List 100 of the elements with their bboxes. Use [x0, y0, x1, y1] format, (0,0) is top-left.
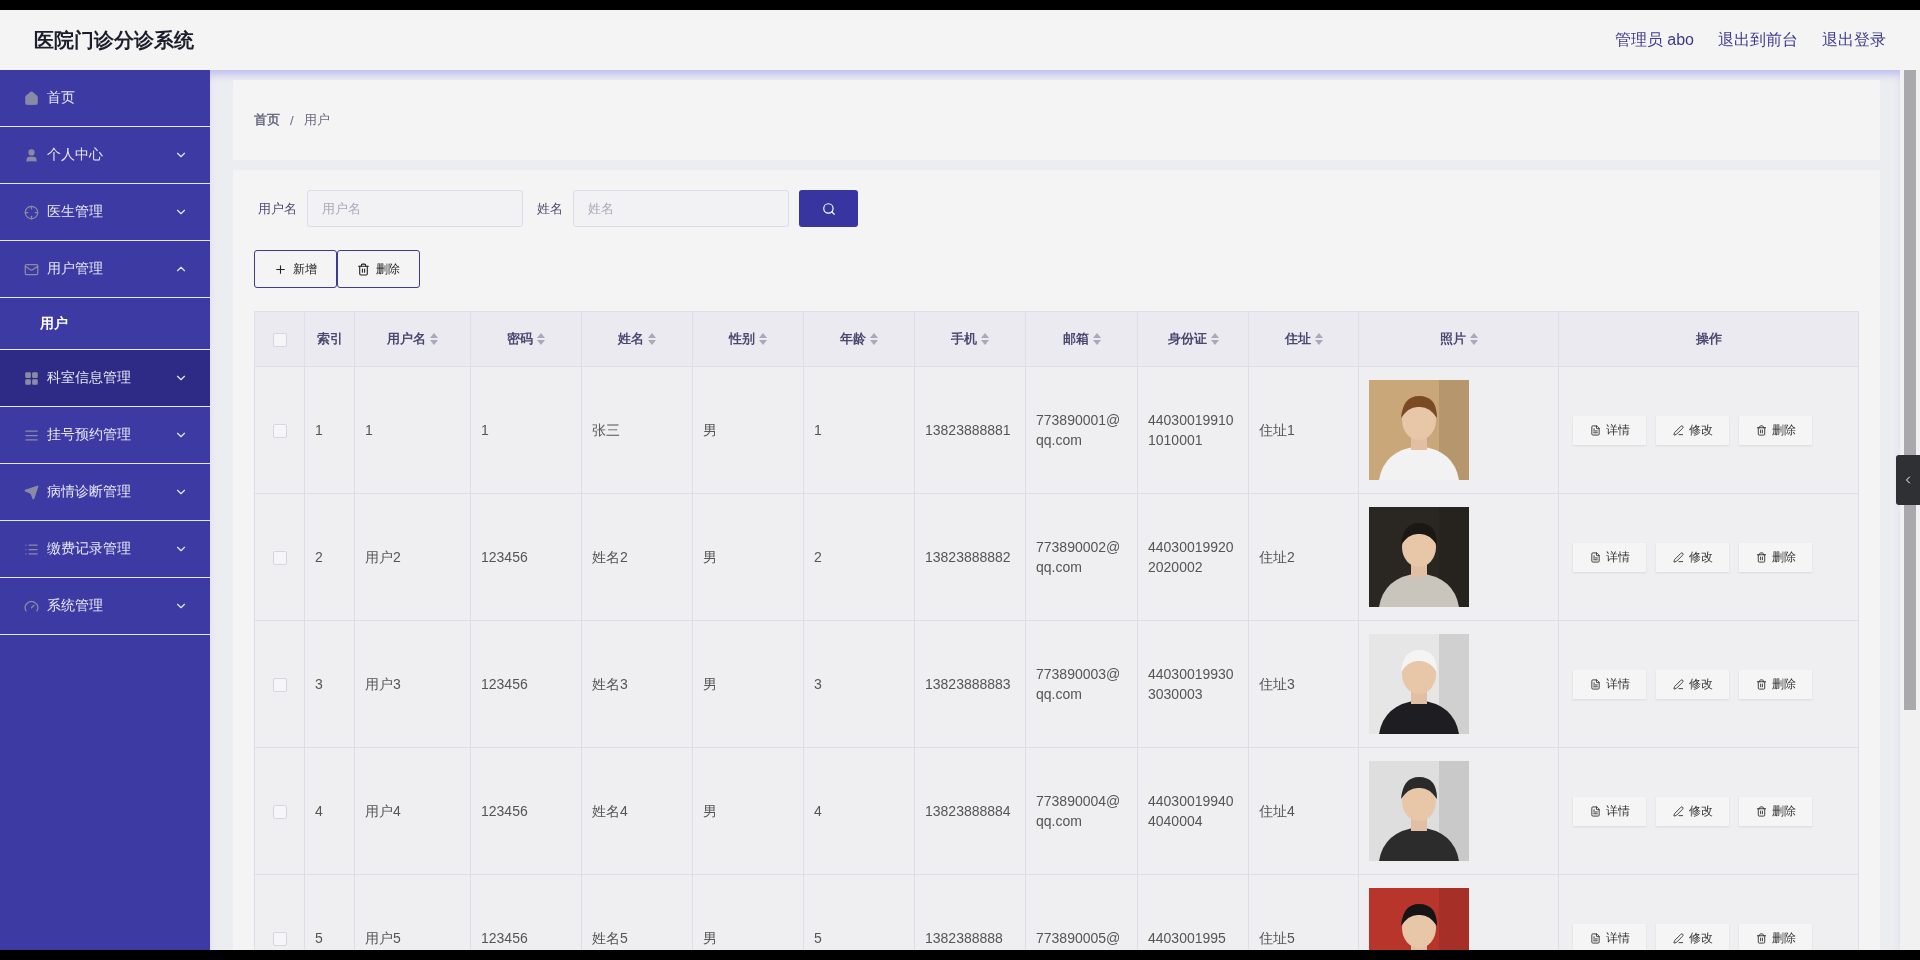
add-button[interactable]: 新增: [254, 250, 337, 288]
table-cell: 440300199404040004: [1137, 747, 1249, 875]
table-cell: 住址4: [1248, 747, 1359, 875]
table-cell: 13823888882: [914, 493, 1026, 621]
column-header[interactable]: 身份证: [1137, 311, 1249, 367]
column-title: 索引: [316, 330, 343, 348]
table-cell: 3: [803, 620, 915, 748]
detail-button[interactable]: 详情: [1573, 796, 1646, 826]
column-title: 身份证: [1167, 330, 1207, 348]
table-cell: 用户3: [354, 620, 471, 748]
header-link[interactable]: 管理员 abo: [1614, 29, 1694, 51]
column-title: 住址: [1284, 330, 1311, 348]
table-cell: 住址3: [1248, 620, 1359, 748]
detail-button[interactable]: 详情: [1573, 542, 1646, 572]
column-header[interactable]: 住址: [1248, 311, 1359, 367]
table-cell: 1: [803, 366, 915, 494]
breadcrumb-item[interactable]: 首页: [254, 111, 280, 129]
table-cell: 773890001@qq.com: [1025, 366, 1138, 494]
detail-button[interactable]: 详情: [1573, 923, 1646, 950]
table-cell: 1382388888: [914, 874, 1026, 950]
column-title: 年龄: [840, 330, 866, 348]
delete-button[interactable]: 删除: [1739, 669, 1812, 699]
column-title: 用户名: [387, 330, 426, 348]
table-cell: 773890002@qq.com: [1025, 493, 1138, 621]
table-cell: 773890004@qq.com: [1025, 747, 1138, 875]
column-header[interactable]: 性别: [692, 311, 804, 367]
app-title: 医院门诊分诊系统: [34, 27, 194, 53]
table-cell: 1: [304, 366, 355, 494]
edit-button[interactable]: 修改: [1656, 542, 1729, 572]
table-cell: 123456: [470, 747, 582, 875]
edit-button[interactable]: 修改: [1656, 796, 1729, 826]
table-cell: 3: [304, 620, 355, 748]
table-cell: 440300199101010001: [1137, 366, 1249, 494]
column-header[interactable]: 用户名: [354, 311, 471, 367]
table-cell: 用户4: [354, 747, 471, 875]
table-cell: 男: [692, 366, 804, 494]
table-cell: 123456: [470, 874, 582, 950]
table-cell: 123456: [470, 620, 582, 748]
table-cell: 13823888884: [914, 747, 1026, 875]
field-label: 用户名: [258, 199, 297, 218]
table-cell: 13823888883: [914, 620, 1026, 748]
column-title: 性别: [729, 330, 755, 348]
table-cell: 440300199202020002: [1137, 493, 1249, 621]
column-header[interactable]: 年龄: [803, 311, 915, 367]
edit-button[interactable]: 修改: [1656, 415, 1729, 445]
table-cell: 男: [692, 874, 804, 950]
detail-button[interactable]: 详情: [1573, 415, 1646, 445]
breadcrumb-item: 用户: [303, 111, 330, 129]
sidebar-item[interactable]: 科室信息管理: [0, 350, 210, 407]
table-cell: 男: [692, 747, 804, 875]
table-cell: 张三: [581, 366, 693, 494]
column-header[interactable]: 手机: [914, 311, 1026, 367]
column-title: 密码: [507, 330, 533, 348]
field-label: 姓名: [537, 199, 563, 218]
column-title: 手机: [951, 330, 977, 348]
table-cell: 1: [354, 366, 471, 494]
table-cell: 男: [692, 493, 804, 621]
table-cell: 5: [803, 874, 915, 950]
table-cell: 姓名4: [581, 747, 693, 875]
delete-button[interactable]: 删除: [337, 250, 420, 288]
table-cell: 440300199303030003: [1137, 620, 1249, 748]
column-header[interactable]: 照片: [1358, 311, 1559, 367]
column-header[interactable]: 姓名: [581, 311, 693, 367]
search-field[interactable]: 用户名: [307, 190, 523, 227]
column-title: 邮箱: [1062, 330, 1089, 348]
breadcrumb-separator: /: [290, 112, 294, 128]
table-cell: 5: [304, 874, 355, 950]
edit-button[interactable]: 修改: [1656, 923, 1729, 950]
search-field[interactable]: 姓名: [573, 190, 789, 227]
table-cell: 1: [470, 366, 582, 494]
table-cell: 123456: [470, 493, 582, 621]
header-link[interactable]: 退出登录: [1822, 29, 1886, 51]
table-cell: 住址2: [1248, 493, 1359, 621]
table-cell: 4: [803, 747, 915, 875]
table-cell: 姓名2: [581, 493, 693, 621]
edit-button[interactable]: 修改: [1656, 669, 1729, 699]
table-cell: 姓名5: [581, 874, 693, 950]
table-cell: 4403001995: [1137, 874, 1249, 950]
table-cell: 773890003@qq.com: [1025, 620, 1138, 748]
table-cell: 姓名3: [581, 620, 693, 748]
table-cell: 13823888881: [914, 366, 1026, 494]
delete-button[interactable]: 删除: [1739, 923, 1812, 950]
table-cell: 2: [304, 493, 355, 621]
detail-button[interactable]: 详情: [1573, 669, 1646, 699]
table-cell: 男: [692, 620, 804, 748]
delete-button[interactable]: 删除: [1739, 796, 1812, 826]
column-title: 照片: [1439, 330, 1466, 348]
table-cell: 住址5: [1248, 874, 1359, 950]
header-link[interactable]: 退出到前台: [1718, 29, 1798, 51]
delete-button[interactable]: 删除: [1739, 415, 1812, 445]
column-title: 操作: [1695, 330, 1722, 348]
table-cell: 用户2: [354, 493, 471, 621]
table-cell: 773890005@: [1025, 874, 1138, 950]
table-cell: 住址1: [1248, 366, 1359, 494]
column-header[interactable]: 邮箱: [1025, 311, 1138, 367]
table-cell: 2: [803, 493, 915, 621]
table-cell: 用户5: [354, 874, 471, 950]
delete-button[interactable]: 删除: [1739, 542, 1812, 572]
table-cell: 4: [304, 747, 355, 875]
column-header[interactable]: 密码: [470, 311, 582, 367]
